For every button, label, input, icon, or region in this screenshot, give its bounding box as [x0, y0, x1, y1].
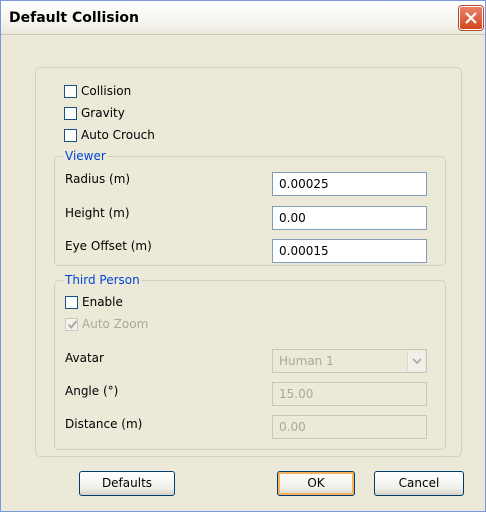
angle-input[interactable]: 15.00	[272, 382, 427, 406]
enable-label: Enable	[82, 295, 123, 309]
checkmark-icon	[67, 319, 78, 329]
avatar-select[interactable]: Human 1	[272, 349, 427, 373]
viewer-legend: Viewer	[63, 149, 108, 163]
height-label: Height (m)	[65, 206, 130, 220]
height-value: 0.00	[279, 211, 306, 225]
viewer-group: Viewer Radius (m) 0.00025 Height (m) 0.0…	[54, 149, 446, 266]
avatar-label: Avatar	[65, 351, 104, 365]
defaults-button[interactable]: Defaults	[79, 471, 175, 496]
height-input[interactable]: 0.00	[272, 206, 427, 230]
settings-panel: Collision Gravity Auto Crouch Viewer Rad…	[35, 67, 462, 457]
radius-label: Radius (m)	[65, 172, 131, 186]
close-icon	[465, 12, 477, 24]
chevron-down-icon	[412, 358, 422, 364]
third-person-legend: Third Person	[63, 273, 142, 287]
eye-offset-input[interactable]: 0.00015	[272, 239, 427, 263]
checkbox-box[interactable]	[64, 84, 77, 98]
distance-input[interactable]: 0.00	[272, 415, 427, 439]
distance-label: Distance (m)	[65, 417, 143, 431]
gravity-label: Gravity	[81, 106, 125, 120]
cancel-button[interactable]: Cancel	[374, 471, 464, 496]
enable-checkbox[interactable]: Enable	[65, 293, 123, 311]
distance-value: 0.00	[279, 420, 306, 434]
checkbox-box[interactable]	[64, 106, 77, 120]
auto-zoom-checkbox[interactable]: Auto Zoom	[65, 315, 148, 333]
eye-offset-value: 0.00015	[279, 244, 329, 258]
auto-crouch-checkbox[interactable]: Auto Crouch	[64, 126, 155, 144]
collision-checkbox[interactable]: Collision	[64, 82, 131, 100]
gravity-checkbox[interactable]: Gravity	[64, 104, 125, 122]
ok-button[interactable]: OK	[277, 471, 355, 496]
dialog-window: Default Collision Collision Gravity Auto…	[0, 0, 486, 512]
checkbox-box[interactable]	[65, 317, 78, 331]
avatar-value: Human 1	[279, 354, 334, 368]
radius-value: 0.00025	[279, 177, 329, 191]
window-title: Default Collision	[9, 10, 139, 26]
close-button[interactable]	[459, 6, 483, 30]
checkbox-box[interactable]	[64, 128, 77, 142]
dropdown-button[interactable]	[407, 351, 425, 371]
angle-value: 15.00	[279, 387, 314, 401]
auto-zoom-label: Auto Zoom	[82, 317, 149, 331]
third-person-group: Third Person Enable Auto Zoom Avatar Hum…	[54, 273, 446, 450]
auto-crouch-label: Auto Crouch	[81, 128, 155, 142]
title-bar[interactable]: Default Collision	[1, 1, 485, 35]
eye-offset-label: Eye Offset (m)	[65, 239, 152, 253]
radius-input[interactable]: 0.00025	[272, 172, 427, 196]
checkbox-box[interactable]	[65, 295, 78, 309]
collision-label: Collision	[81, 84, 132, 98]
angle-label: Angle (°)	[65, 384, 119, 398]
